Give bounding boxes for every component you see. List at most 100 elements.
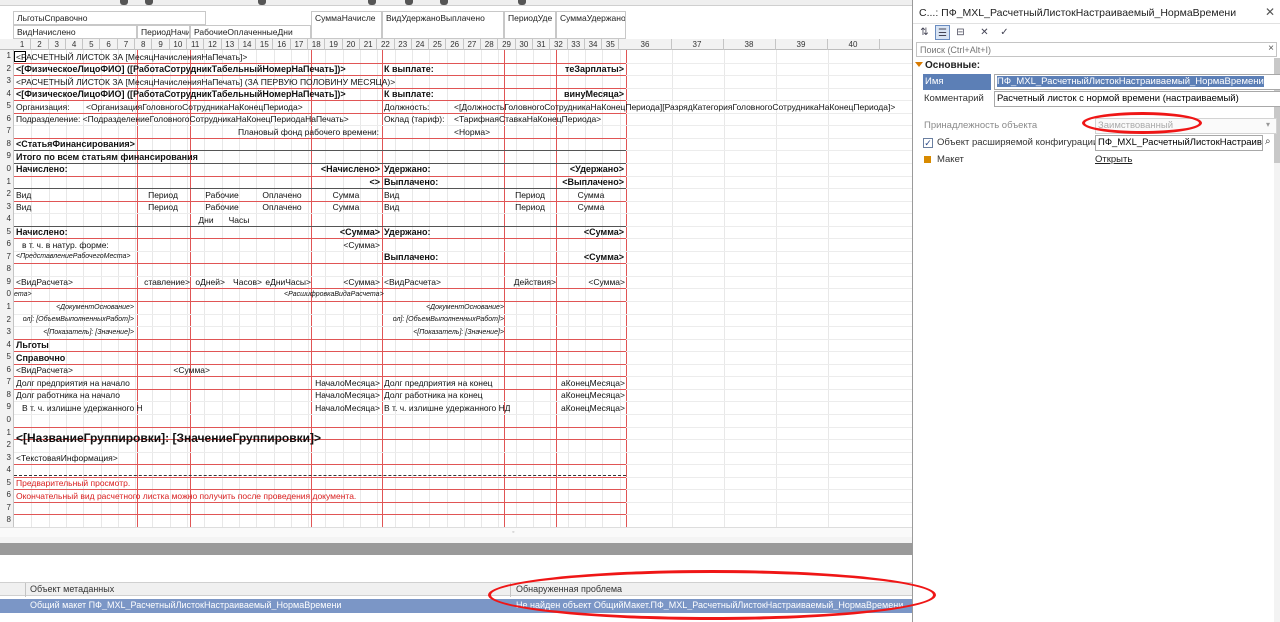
column-number[interactable]: 38 [724,39,776,50]
horizontal-scrollbar[interactable]: ◦ [0,527,912,537]
row-number[interactable]: 4 [0,465,14,474]
row-number[interactable]: 6 [0,365,14,374]
row-number[interactable]: 9 [0,151,14,160]
area-deduction-sum[interactable]: СуммаУдержано [556,11,626,39]
column-number[interactable]: 15 [256,39,274,50]
column-number[interactable]: 39 [776,39,828,50]
sheet-cell-r19d[interactable]: Часов> [224,276,262,288]
column-number[interactable]: 21 [360,39,378,50]
area-accrual-type[interactable]: ВидНачислено [13,25,137,39]
row-number[interactable]: 0 [0,289,14,298]
column-number[interactable]: 36 [620,39,672,50]
sheet-cell-r36[interactable]: Окончательный вид расчетного листка можн… [16,490,516,502]
sheet-cell-r21a[interactable]: <ДокументОснование> [34,302,134,314]
sheet-cell-r19b[interactable]: ставление> [134,276,190,288]
sort-az-icon[interactable]: ⇅ [917,25,932,40]
row-number[interactable]: 3 [0,76,14,85]
sheet-cell-r27d[interactable]: аКонецМесяца> [557,377,625,389]
row-number[interactable]: 4 [0,214,14,223]
sheet-cell-r35[interactable]: Предварительный просмотр. [16,477,316,489]
row-number[interactable]: 7 [0,126,14,135]
comment-field[interactable]: Расчетный листок с нормой времени (настр… [994,91,1280,107]
sheet-cell-r23a[interactable]: <[Показатель]: [Значение]> [24,327,134,339]
area-benefits-reference[interactable]: ЛьготыСправочно [13,11,206,25]
column-number[interactable]: 7 [118,39,136,50]
column-number[interactable]: 31 [533,39,551,50]
sheet-cell-r10a[interactable]: Начислено: [16,163,136,175]
column-number[interactable]: 9 [152,39,170,50]
row-number[interactable]: 8 [0,139,14,148]
sheet-cell-r6c[interactable]: <ТарифнаяСтавкаНаКонецПериода> [454,113,654,125]
sheet-cell-r17c[interactable]: <Сумма> [544,251,624,263]
column-number[interactable]: 37 [672,39,724,50]
sheet-cell-r4c[interactable]: винуМесяца> [558,88,624,100]
sheet-cell-r28c[interactable]: Долг работника на конец [384,389,504,401]
area-accrual-sum[interactable]: СуммаНачисле [311,11,382,39]
sheet-cell-r31[interactable]: <[НазваниеГруппировки]: [ЗначениеГруппир… [16,431,436,445]
column-number[interactable]: 32 [550,39,568,50]
sheet-cell-r10d[interactable]: <Удержано> [544,163,624,175]
row-number[interactable]: 8 [0,390,14,399]
sheet-cell-h4[interactable]: Оплачено [254,189,310,201]
sheet-cell-r20a[interactable]: ета> [14,289,54,301]
sheet-cell-r10c[interactable]: Удержано: [384,163,504,175]
column-number[interactable]: 25 [429,39,447,50]
sheet-cell-r19g[interactable]: <ВидРасчета> [384,276,504,288]
sheet-cell-r6a[interactable]: Подразделение: <ПодразделениеГоловногоСо… [16,113,381,125]
row-number[interactable]: 6 [0,239,14,248]
sheet-cell-r28a[interactable]: Долг работника на начало [16,389,140,401]
row-number[interactable]: 0 [0,415,14,424]
area-deduction-period[interactable]: ПериодУде [504,11,556,39]
column-number[interactable]: 13 [222,39,239,50]
sheet-cell-r11a[interactable]: <> [354,176,380,188]
row-number[interactable]: 5 [0,478,14,487]
sheet-cell-r6b[interactable]: Оклад (тариф): [384,113,454,125]
row-number[interactable]: 1 [0,177,14,186]
sheet-cell-h2[interactable]: Период [138,189,188,201]
sheet-cell-r15b[interactable]: <Сумма> [304,226,380,238]
sheet-cell-h1[interactable]: Вид [16,189,76,201]
row-number[interactable]: 9 [0,402,14,411]
sheet-cell-r15c[interactable]: Удержано: [384,226,504,238]
sheet-cell-r26b[interactable]: <Сумма> [154,364,210,376]
column-number[interactable]: 17 [291,39,309,50]
column-number[interactable]: 4 [66,39,84,50]
row-number[interactable]: 3 [0,327,14,336]
sheet-cell-r21b[interactable]: <ДокументОснование> [404,302,504,314]
column-number[interactable]: 8 [135,39,153,50]
sheet-cell-r3[interactable]: <РАСЧЕТНЫЙ ЛИСТОК ЗА [МесяцНачисленияНаП… [16,76,516,88]
row-number[interactable]: 5 [0,101,14,110]
row-number[interactable]: 1 [0,51,14,60]
row-number[interactable]: 6 [0,490,14,499]
sheet-cell-r15d[interactable]: <Сумма> [544,226,624,238]
row-number[interactable]: 1 [0,428,14,437]
sheet-cell-r2c[interactable]: теЗарплаты> [558,63,624,75]
column-number[interactable]: 12 [204,39,222,50]
column-number[interactable]: 3 [49,39,66,50]
sheet-cell-r29d[interactable]: аКонецМесяца> [557,402,625,414]
sheet-cell-h5[interactable]: Сумма [312,189,380,201]
sheet-cell-r9[interactable]: Итого по всем статьям финансирования [16,151,316,163]
column-number[interactable]: 22 [377,39,395,50]
sheet-cell-r29a[interactable]: В т. ч. излишне удержанного НДФЛ [22,402,142,414]
section-main[interactable]: Основные: [915,60,980,71]
column-number[interactable]: 2 [31,39,49,50]
sheet-cell-r27b[interactable]: НачалоМесяца> [312,377,380,389]
row-number[interactable]: 9 [0,277,14,286]
sheet-cell-h5[interactable]: Сумма [312,201,380,213]
column-number[interactable]: 18 [308,39,326,50]
area-accrual-period[interactable]: ПериодНачи [137,25,190,39]
panel-scrollbar[interactable] [1274,58,1280,622]
column-number[interactable]: 1 [14,39,32,50]
column-number[interactable]: 20 [343,39,360,50]
sheet-cell-r5d[interactable]: <[ДолжностьГоловногоСотрудникаНаКонецПер… [454,101,912,113]
column-number[interactable]: 16 [274,39,291,50]
column-number[interactable]: 29 [498,39,516,50]
name-field[interactable]: ПФ_MXL_РасчетныйЛистокНастраиваемый_Норм… [994,74,1280,90]
col-header-object[interactable]: Объект метаданных [30,584,114,594]
sheet-cell-r19h[interactable]: Действия> [504,276,556,288]
sheet-cell-r19f[interactable]: <Сумма> [312,276,380,288]
sheet-cell-r23b[interactable]: <[Показатель]: [Значение]> [394,327,504,339]
row-number[interactable]: 7 [0,377,14,386]
row-number[interactable]: 2 [0,189,14,198]
